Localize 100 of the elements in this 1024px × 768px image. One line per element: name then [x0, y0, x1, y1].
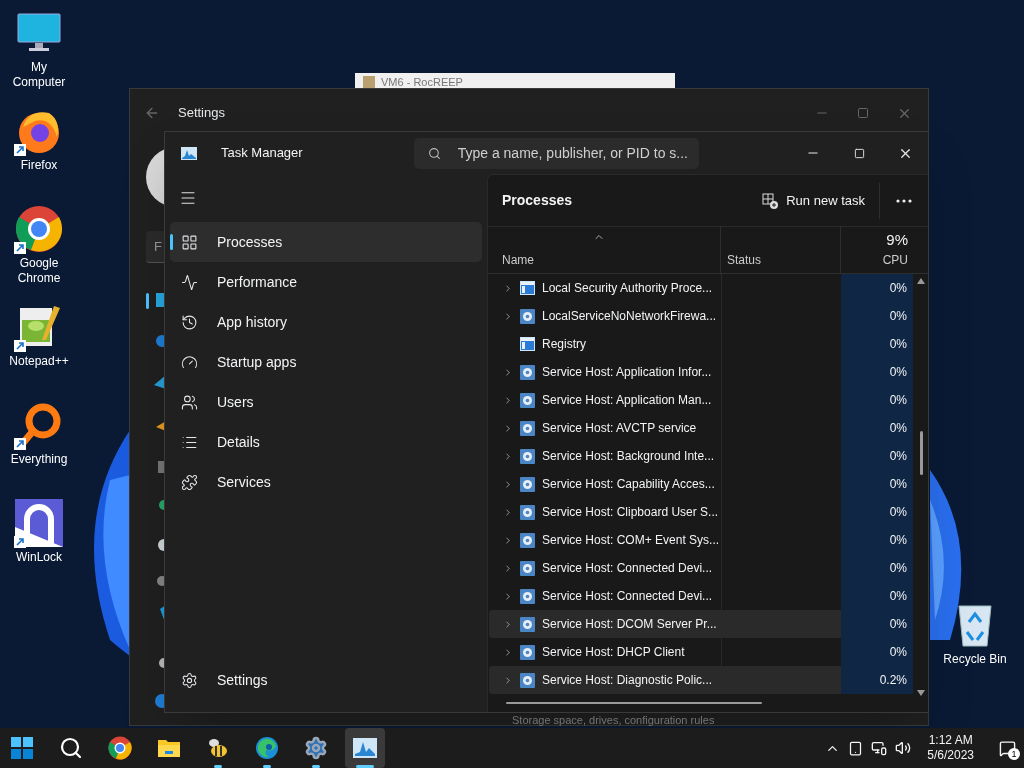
run-new-task-button[interactable]: Run new task: [756, 182, 871, 219]
cpu-value: 0%: [889, 308, 907, 325]
expand-chevron-icon[interactable]: [503, 534, 513, 546]
process-row[interactable]: Service Host: COM+ Event Sys... 0%: [489, 526, 913, 554]
nav-item[interactable]: Performance: [170, 262, 482, 302]
process-row[interactable]: LocalServiceNoNetworkFirewa... 0%: [489, 302, 913, 330]
expand-chevron-icon[interactable]: [503, 394, 513, 406]
gear-icon: [520, 616, 535, 632]
window-icon: [520, 281, 535, 295]
expand-chevron-icon[interactable]: [503, 450, 513, 462]
expand-chevron-icon[interactable]: [503, 590, 513, 602]
expand-chevron-icon[interactable]: [503, 282, 513, 294]
cpu-value: 0%: [889, 588, 907, 605]
expand-chevron-icon[interactable]: [503, 674, 513, 686]
column-header[interactable]: Name: [502, 251, 720, 269]
process-name: Registry: [542, 336, 586, 353]
windows-logo-icon: [11, 737, 33, 759]
gear-icon: [520, 392, 535, 408]
process-name: Service Host: Background Inte...: [542, 448, 715, 465]
gear-icon: [520, 448, 535, 464]
notification-badge: 1: [1008, 748, 1020, 760]
process-row[interactable]: Service Host: Connected Devi... 0%: [489, 554, 913, 582]
scrollbar-thumb[interactable]: [919, 431, 923, 475]
running-indicator: [312, 765, 320, 768]
desktop-icon-label[interactable]: Notepad++: [5, 354, 73, 369]
gear-icon: [520, 644, 535, 660]
gear-icon: [520, 588, 535, 604]
process-row[interactable]: Service Host: Background Inte... 0%: [489, 442, 913, 470]
process-name: Service Host: COM+ Event Sys...: [542, 532, 720, 549]
monitor-icon: [17, 13, 61, 53]
back-icon[interactable]: [144, 105, 160, 121]
nav-item[interactable]: Details: [170, 422, 482, 462]
scroll-up-icon[interactable]: [917, 278, 925, 284]
chrome-icon: [15, 205, 63, 253]
expand-chevron-icon[interactable]: [503, 366, 513, 378]
gear-icon: [520, 476, 535, 492]
expand-chevron-icon[interactable]: [503, 422, 513, 434]
process-row[interactable]: Service Host: Application Man... 0%: [489, 386, 913, 414]
nav-item[interactable]: Startup apps: [170, 342, 482, 382]
nav-item[interactable]: App history: [170, 302, 482, 342]
process-row[interactable]: Registry 0%: [489, 330, 913, 358]
nav-item[interactable]: Services: [170, 462, 482, 502]
desktop-icon-label[interactable]: Google Chrome: [0, 256, 78, 286]
column-header[interactable]: CPU: [882, 251, 908, 269]
chrome-icon: [108, 736, 132, 760]
desktop-icon-label[interactable]: WinLock: [12, 550, 66, 565]
process-row[interactable]: Service Host: AVCTP service 0%: [489, 414, 913, 442]
expand-chevron-icon[interactable]: [503, 478, 513, 490]
horizontal-scrollbar[interactable]: [506, 702, 762, 704]
gear-icon: [520, 504, 535, 520]
volume-icon[interactable]: [895, 740, 912, 756]
page-title: Processes: [502, 191, 573, 210]
desktop-icon-label[interactable]: Recycle Bin: [943, 652, 1007, 667]
process-row[interactable]: Service Host: Capability Acces... 0%: [489, 470, 913, 498]
pulse-icon: [181, 273, 198, 291]
chart-icon: [181, 146, 197, 160]
cpu-value: 0%: [889, 504, 907, 521]
cpu-total: 9%: [886, 229, 908, 250]
bee-icon: [206, 737, 230, 759]
column-header[interactable]: Status: [727, 251, 762, 269]
scroll-down-icon[interactable]: [917, 690, 925, 696]
settings-icon: [181, 671, 198, 689]
process-row[interactable]: Service Host: DCOM Server Pr... 0%: [489, 610, 913, 638]
search-field[interactable]: F: [146, 231, 164, 263]
taskbar-button[interactable]: [345, 728, 385, 768]
nav-item[interactable]: Processes: [170, 222, 482, 262]
process-name: LocalServiceNoNetworkFirewa...: [542, 308, 717, 325]
running-indicator: [263, 765, 271, 768]
folder-icon: [157, 737, 181, 759]
expand-chevron-icon[interactable]: [503, 562, 513, 574]
process-row[interactable]: Local Security Authority Proce... 0%: [489, 274, 913, 302]
desktop-icon-label[interactable]: My Computer: [0, 60, 78, 90]
users-icon: [181, 393, 198, 411]
running-indicator: [214, 765, 222, 768]
process-name: Service Host: AVCTP service: [542, 420, 697, 437]
process-row[interactable]: Service Host: Clipboard User S... 0%: [489, 498, 913, 526]
desktop-icon-label[interactable]: Everything: [6, 452, 72, 467]
maximize-icon: [853, 147, 865, 159]
nav-item[interactable]: Settings: [170, 660, 482, 700]
cpu-value: 0%: [889, 392, 907, 409]
expand-chevron-icon[interactable]: [503, 618, 513, 630]
more-icon: [896, 198, 912, 203]
search-field[interactable]: Type a name, publisher, or PID to s...: [413, 137, 699, 169]
edge-icon: [255, 736, 279, 760]
clock[interactable]: 1:12 AM 5/6/2023: [919, 733, 982, 763]
selection-indicator: [170, 234, 173, 250]
process-name: Service Host: Connected Devi...: [542, 588, 713, 605]
gauge-icon: [181, 353, 198, 371]
app-icon: [363, 76, 375, 88]
process-row[interactable]: Service Host: Application Infor... 0%: [489, 358, 913, 386]
nav-item[interactable]: Users: [170, 382, 482, 422]
network-icon[interactable]: [871, 740, 888, 756]
expand-chevron-icon[interactable]: [503, 310, 513, 322]
desktop-icon-label[interactable]: Firefox: [16, 158, 62, 173]
maximize-icon[interactable]: [857, 107, 869, 119]
expand-chevron-icon[interactable]: [503, 506, 513, 518]
tablet-icon[interactable]: [848, 740, 864, 756]
process-row[interactable]: Service Host: Diagnostic Polic... 0.2%: [489, 666, 913, 694]
expand-chevron-icon[interactable]: [503, 646, 513, 658]
search-icon: [59, 736, 83, 760]
